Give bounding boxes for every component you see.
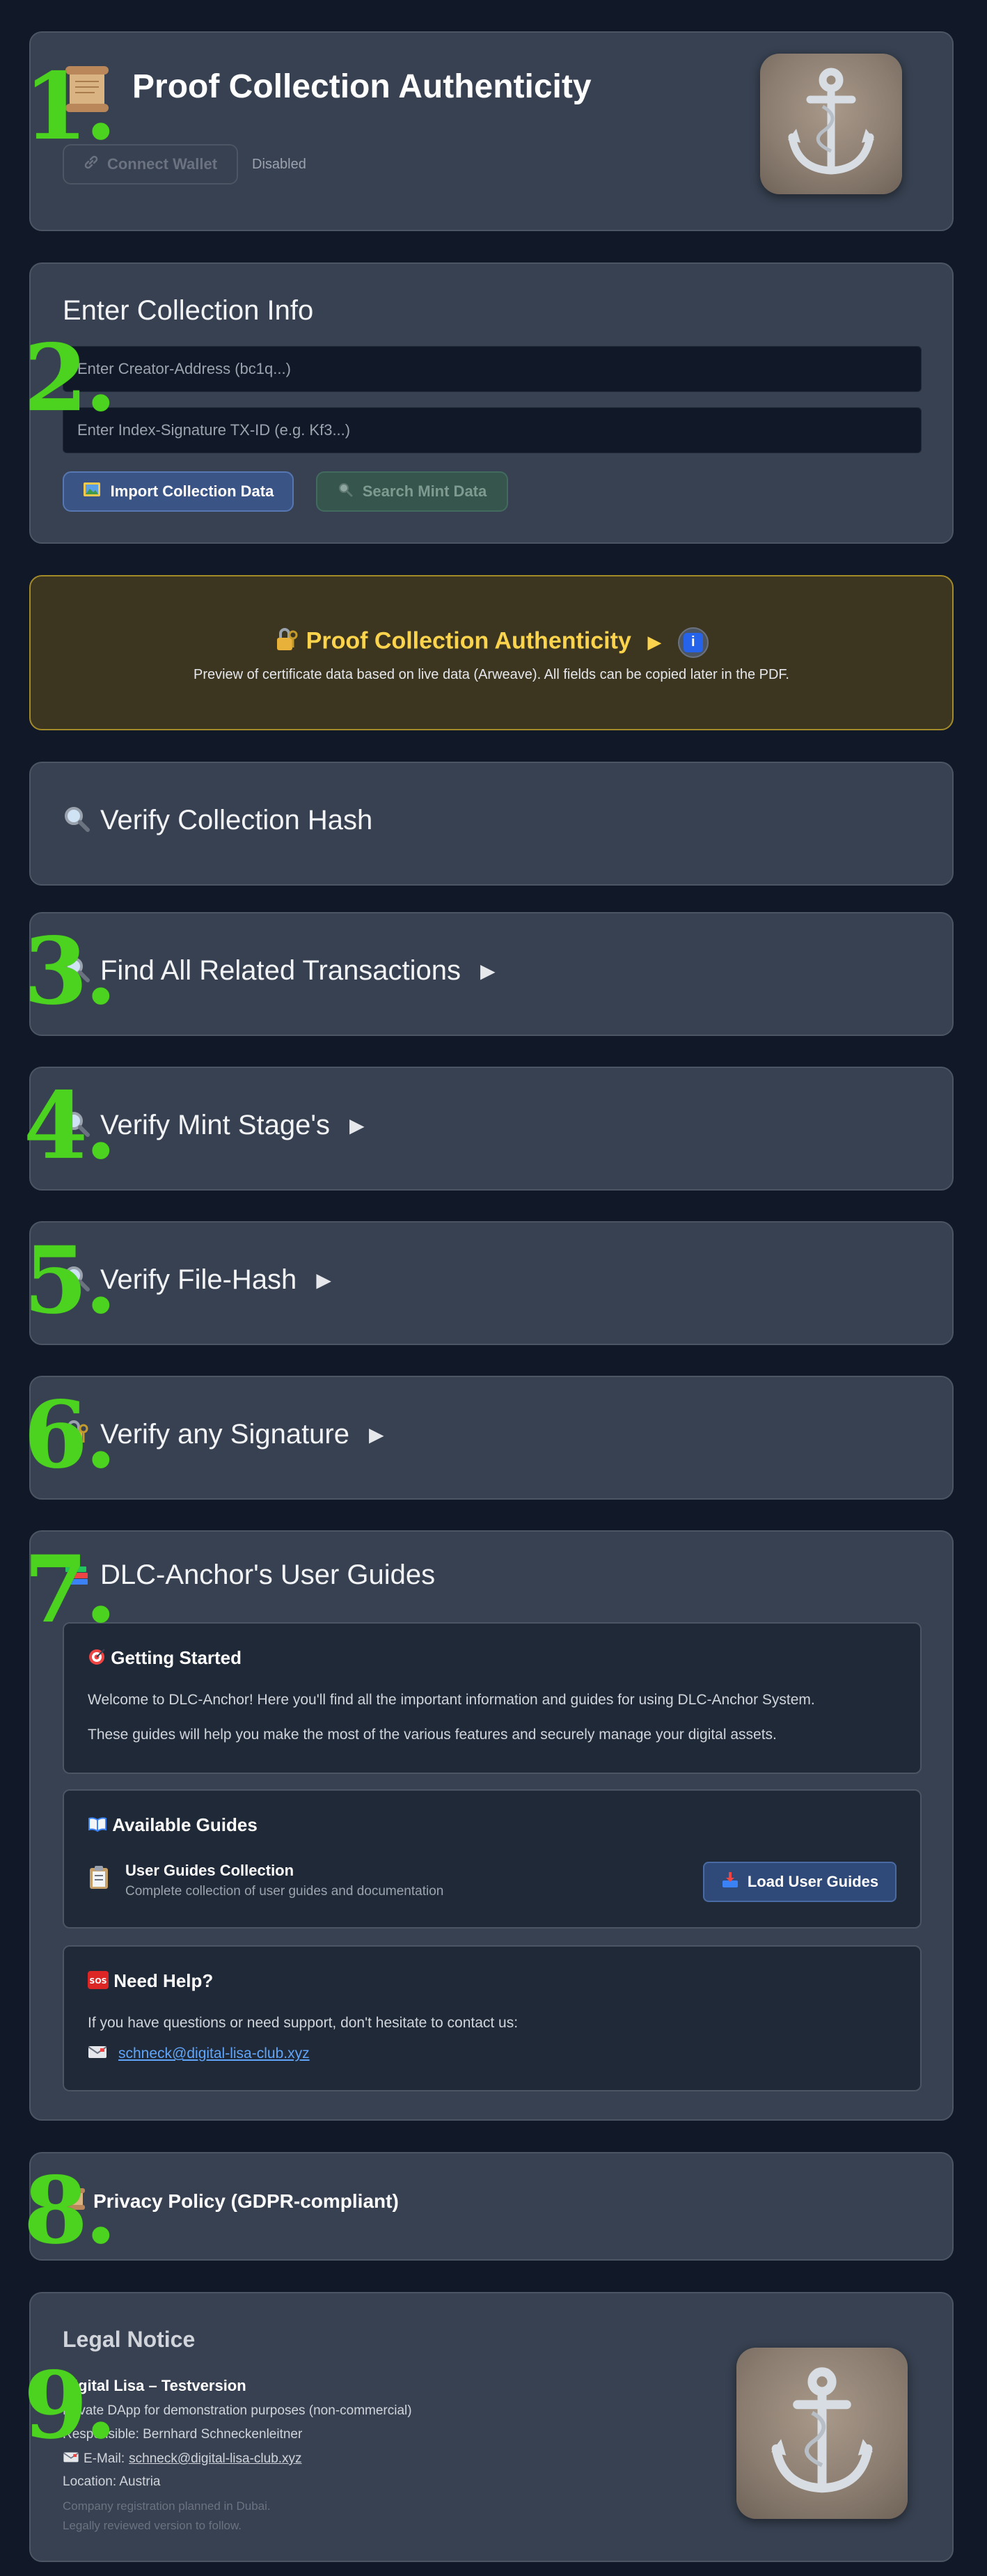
getting-started-panel: Getting Started Welcome to DLC-Anchor! H… — [63, 1622, 922, 1774]
anchor-logo — [760, 54, 902, 194]
user-guides-collection-desc: Complete collection of user guides and d… — [125, 1884, 444, 1899]
step-number: 4. — [24, 1072, 117, 1180]
privacy-policy-title: Privacy Policy (GDPR-compliant) — [93, 2190, 399, 2212]
find-transactions-card[interactable]: Find All Related Transactions ▶ — [29, 912, 954, 1036]
certificate-subtitle: Preview of certificate data based on liv… — [193, 667, 789, 682]
clipboard-icon — [88, 1864, 110, 1895]
collection-info-card: Enter Collection Info Enter Creator-Addr… — [29, 262, 954, 544]
import-collection-label: Import Collection Data — [110, 482, 274, 500]
anchor-icon — [771, 2367, 873, 2493]
help-email-link[interactable]: schneck@digital-lisa-club.xyz — [118, 2045, 310, 2062]
legal-note-1: Company registration planned in Dubai. — [63, 2499, 271, 2513]
need-help-panel: SOS Need Help? If you have questions or … — [63, 1945, 922, 2091]
step-number: 5. — [24, 1227, 117, 1335]
step-number: 1. — [24, 53, 117, 161]
available-guides-title: Available Guides — [112, 1814, 258, 1835]
need-help-title: Need Help? — [113, 1970, 214, 1991]
verify-signature-title: Verify any Signature — [100, 1419, 349, 1450]
getting-started-text-1: Welcome to DLC-Anchor! Here you'll find … — [88, 1692, 815, 1708]
expand-triangle-icon[interactable]: ▶ — [349, 1114, 365, 1137]
magnifier-icon — [338, 482, 353, 501]
verify-file-hash-card[interactable]: Verify File-Hash ▶ — [29, 1221, 954, 1345]
info-icon: i — [683, 632, 703, 652]
legal-notice-title: Legal Notice — [63, 2327, 196, 2352]
legal-email-link[interactable]: schneck@digital-lisa-club.xyz — [129, 2451, 301, 2467]
legal-notice-card: Legal Notice Digital Lisa – Testversion … — [29, 2292, 954, 2562]
user-guides-title: DLC-Anchor's User Guides — [100, 1560, 436, 1590]
verify-mint-card[interactable]: Verify Mint Stage's ▶ — [29, 1067, 954, 1191]
legal-location: Location: Austria — [63, 2474, 161, 2489]
expand-triangle-icon[interactable]: ▶ — [480, 959, 496, 982]
expand-triangle-icon[interactable]: ▶ — [316, 1269, 331, 1291]
available-guides-title-row: Available Guides — [88, 1814, 258, 1837]
verify-hash-card[interactable]: Verify Collection Hash — [29, 762, 954, 886]
certificate-title: Proof Collection Authenticity — [306, 627, 631, 654]
need-help-text: If you have questions or need support, d… — [88, 2015, 519, 2031]
search-mint-button[interactable]: Search Mint Data — [316, 471, 508, 512]
load-user-guides-button[interactable]: Load User Guides — [703, 1862, 897, 1902]
getting-started-title: Getting Started — [111, 1647, 242, 1668]
getting-started-title-row: Getting Started — [88, 1647, 242, 1671]
expand-triangle-icon[interactable]: ▶ — [369, 1423, 384, 1446]
wallet-status-label: Disabled — [252, 157, 306, 172]
connect-wallet-label: Connect Wallet — [106, 155, 218, 173]
user-guides-card: DLC-Anchor's User Guides Getting Started… — [29, 1530, 954, 2121]
verify-mint-title: Verify Mint Stage's — [100, 1110, 330, 1140]
find-transactions-title: Find All Related Transactions — [100, 955, 461, 986]
available-guides-panel: Available Guides User Guides Collection … — [63, 1789, 922, 1929]
target-icon — [88, 1648, 111, 1670]
step-number: 8. — [24, 2157, 117, 2265]
open-book-icon — [88, 1816, 112, 1837]
step-number: 2. — [24, 324, 117, 432]
certificate-preview-card: Proof Collection Authenticity ▶ i Previe… — [29, 575, 954, 730]
step-number: 7. — [24, 1536, 117, 1644]
lock-key-icon — [274, 628, 306, 657]
help-email-row: schneck@digital-lisa-club.xyz — [88, 2044, 310, 2064]
user-guides-collection-title: User Guides Collection — [125, 1862, 294, 1879]
certificate-title-row: Proof Collection Authenticity ▶ i — [31, 627, 952, 658]
import-collection-button[interactable]: Import Collection Data — [63, 471, 294, 512]
magnifier-icon — [63, 805, 90, 836]
collection-info-title: Enter Collection Info — [63, 295, 314, 326]
legal-purpose: Private DApp for demonstration purposes … — [63, 2403, 412, 2418]
creator-address-input[interactable]: Enter Creator-Address (bc1q...) — [63, 346, 922, 392]
email-icon — [88, 2044, 107, 2064]
svg-text:SOS: SOS — [89, 1977, 106, 1986]
step-number: 9. — [24, 2352, 117, 2460]
step-number: 3. — [24, 918, 117, 1026]
getting-started-text-2: These guides will help you make the most… — [88, 1727, 777, 1743]
step-number: 6. — [24, 1381, 117, 1489]
index-signature-input[interactable]: Enter Index-Signature TX-ID (e.g. Kf3...… — [63, 407, 922, 453]
verify-signature-card[interactable]: Verify any Signature ▶ — [29, 1376, 954, 1500]
need-help-title-row: SOS Need Help? — [88, 1970, 213, 1994]
page-title: Proof Collection Authenticity — [132, 68, 592, 105]
load-user-guides-label: Load User Guides — [747, 1873, 879, 1890]
legal-note-2: Legally reviewed version to follow. — [63, 2519, 242, 2532]
expand-triangle-icon[interactable]: ▶ — [647, 631, 661, 652]
picture-icon — [83, 481, 101, 502]
verify-hash-title: Verify Collection Hash — [100, 805, 373, 835]
anchor-logo — [736, 2348, 908, 2519]
anchor-icon — [788, 68, 874, 175]
search-mint-label: Search Mint Data — [362, 482, 487, 500]
verify-file-hash-title: Verify File-Hash — [100, 1264, 297, 1295]
sos-icon: SOS — [88, 1970, 113, 1993]
privacy-policy-card[interactable]: Privacy Policy (GDPR-compliant) — [29, 2152, 954, 2261]
info-button[interactable]: i — [677, 627, 709, 658]
header-card: Proof Collection Authenticity Connect Wa… — [29, 31, 954, 231]
inbox-tray-icon — [721, 1871, 739, 1893]
